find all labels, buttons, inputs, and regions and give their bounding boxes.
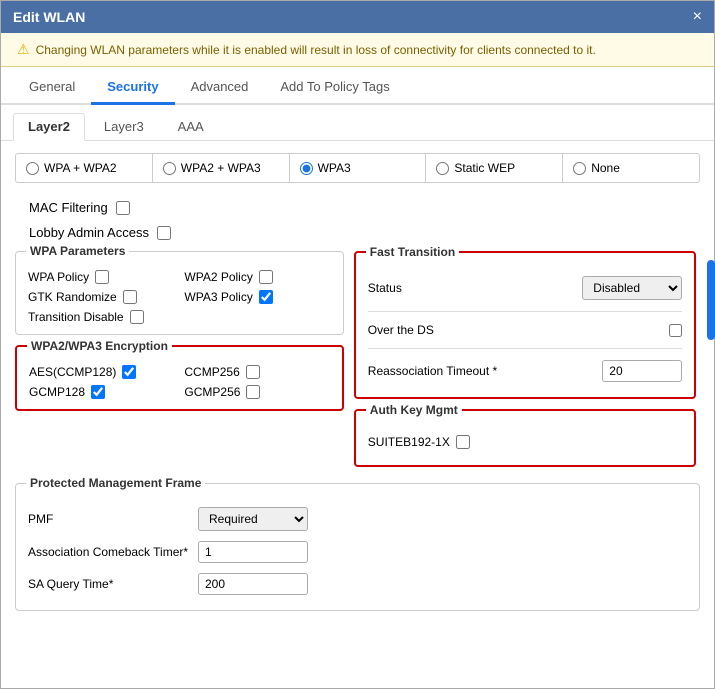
ccmp256-checkbox[interactable] — [246, 365, 260, 379]
fast-transition-legend: Fast Transition — [366, 245, 459, 259]
modal-title: Edit WLAN — [13, 9, 85, 25]
tab-aaa[interactable]: AAA — [163, 113, 219, 140]
ft-reassoc-input[interactable] — [602, 360, 682, 382]
tab-advanced[interactable]: Advanced — [175, 71, 265, 105]
pmf-label: PMF — [28, 512, 198, 526]
assoc-timer-row: Association Comeback Timer* — [28, 536, 687, 568]
sa-query-label: SA Query Time* — [28, 577, 198, 591]
ft-status-label: Status — [368, 281, 402, 295]
wpa2-policy-label: WPA2 Policy — [184, 270, 252, 284]
wpa3-policy-field: WPA3 Policy — [184, 290, 330, 304]
gtk-randomize-field: GTK Randomize — [28, 290, 174, 304]
radio-static-wep[interactable]: Static WEP — [426, 154, 563, 182]
ft-reassoc-label: Reassociation Timeout * — [368, 364, 497, 378]
wpa2-wpa3-encryption-panel: WPA2/WPA3 Encryption AES(CCMP128) CCMP25… — [15, 345, 344, 411]
radio-wpa-wpa2[interactable]: WPA + WPA2 — [16, 154, 153, 182]
gcmp128-checkbox[interactable] — [91, 385, 105, 399]
ft-over-ds-label: Over the DS — [368, 323, 434, 337]
suiteb192-checkbox[interactable] — [456, 435, 470, 449]
gtk-randomize-checkbox[interactable] — [123, 290, 137, 304]
wpa2-wpa3-encryption-legend: WPA2/WPA3 Encryption — [27, 339, 172, 353]
sub-tabs: Layer2 Layer3 AAA — [1, 105, 714, 141]
wpa-policy-checkbox[interactable] — [95, 270, 109, 284]
ft-reassoc-row: Reassociation Timeout * — [368, 355, 683, 387]
wpa2-policy-checkbox[interactable] — [259, 270, 273, 284]
wpa3-policy-checkbox[interactable] — [259, 290, 273, 304]
lobby-admin-row: Lobby Admin Access — [15, 220, 700, 245]
auth-key-mgmt-legend: Auth Key Mgmt — [366, 403, 462, 417]
tab-security[interactable]: Security — [91, 71, 174, 105]
wpa3-policy-label: WPA3 Policy — [184, 290, 252, 304]
pmf-legend: Protected Management Frame — [26, 476, 205, 490]
lobby-admin-label: Lobby Admin Access — [29, 225, 149, 240]
wpa-policy-field: WPA Policy — [28, 270, 174, 284]
assoc-timer-input[interactable] — [198, 541, 308, 563]
aes-ccmp128-checkbox[interactable] — [122, 365, 136, 379]
modal-close-button[interactable]: × — [693, 9, 702, 25]
ccmp256-field: CCMP256 — [184, 365, 329, 379]
mac-filtering-row: MAC Filtering — [15, 195, 700, 220]
tab-add-to-policy-tags[interactable]: Add To Policy Tags — [264, 71, 405, 105]
ccmp256-label: CCMP256 — [184, 365, 239, 379]
transition-disable-field: Transition Disable — [28, 310, 174, 324]
modal-header: Edit WLAN × — [1, 1, 714, 33]
suiteb192-label: SUITEB192-1X — [368, 435, 450, 449]
gcmp256-field: GCMP256 — [184, 385, 329, 399]
pmf-row: PMF Required Optional Disabled — [28, 502, 687, 536]
transition-disable-label: Transition Disable — [28, 310, 124, 324]
gtk-randomize-label: GTK Randomize — [28, 290, 117, 304]
gcmp128-label: GCMP128 — [29, 385, 85, 399]
ft-over-ds-checkbox[interactable] — [669, 324, 682, 337]
wpa-parameters-legend: WPA Parameters — [26, 244, 129, 258]
aes-ccmp128-field: AES(CCMP128) — [29, 365, 174, 379]
main-tabs: General Security Advanced Add To Policy … — [1, 71, 714, 105]
suiteb192-field: SUITEB192-1X — [368, 429, 683, 455]
warning-icon: ⚠ — [17, 41, 30, 58]
sa-query-row: SA Query Time* — [28, 568, 687, 600]
gcmp128-field: GCMP128 — [29, 385, 174, 399]
pmf-select[interactable]: Required Optional Disabled — [198, 507, 308, 531]
content-area: WPA + WPA2 WPA2 + WPA3 WPA3 Static WEP N… — [1, 141, 714, 623]
mac-filtering-label: MAC Filtering — [29, 200, 108, 215]
radio-wpa2-wpa3[interactable]: WPA2 + WPA3 — [153, 154, 290, 182]
wpa-policy-label: WPA Policy — [28, 270, 89, 284]
gcmp256-label: GCMP256 — [184, 385, 240, 399]
wpa-radio-group: WPA + WPA2 WPA2 + WPA3 WPA3 Static WEP N… — [15, 153, 700, 183]
ft-status-select[interactable]: Disabled Enabled Adaptive — [582, 276, 682, 300]
wpa-parameters-panel: WPA Parameters WPA Policy WPA2 Policy — [15, 251, 344, 335]
ft-status-row: Status Disabled Enabled Adaptive — [368, 271, 683, 305]
mac-filtering-checkbox[interactable] — [116, 201, 130, 215]
fast-transition-panel: Fast Transition Status Disabled Enabled … — [354, 251, 697, 399]
pmf-section: Protected Management Frame PMF Required … — [15, 483, 700, 611]
radio-wpa3[interactable]: WPA3 — [290, 154, 427, 182]
wpa2-policy-field: WPA2 Policy — [184, 270, 330, 284]
radio-none[interactable]: None — [563, 154, 699, 182]
gcmp256-checkbox[interactable] — [246, 385, 260, 399]
tab-layer3[interactable]: Layer3 — [89, 113, 159, 140]
lobby-admin-checkbox[interactable] — [157, 226, 171, 240]
auth-key-mgmt-panel: Auth Key Mgmt SUITEB192-1X — [354, 409, 697, 467]
sa-query-input[interactable] — [198, 573, 308, 595]
tab-general[interactable]: General — [13, 71, 91, 105]
assoc-timer-label: Association Comeback Timer* — [28, 545, 198, 559]
warning-text: Changing WLAN parameters while it is ena… — [36, 43, 596, 57]
transition-disable-checkbox[interactable] — [130, 310, 144, 324]
ft-over-ds-row: Over the DS — [368, 318, 683, 342]
tab-layer2[interactable]: Layer2 — [13, 113, 85, 141]
aes-ccmp128-label: AES(CCMP128) — [29, 365, 116, 379]
warning-bar: ⚠ Changing WLAN parameters while it is e… — [1, 33, 714, 67]
